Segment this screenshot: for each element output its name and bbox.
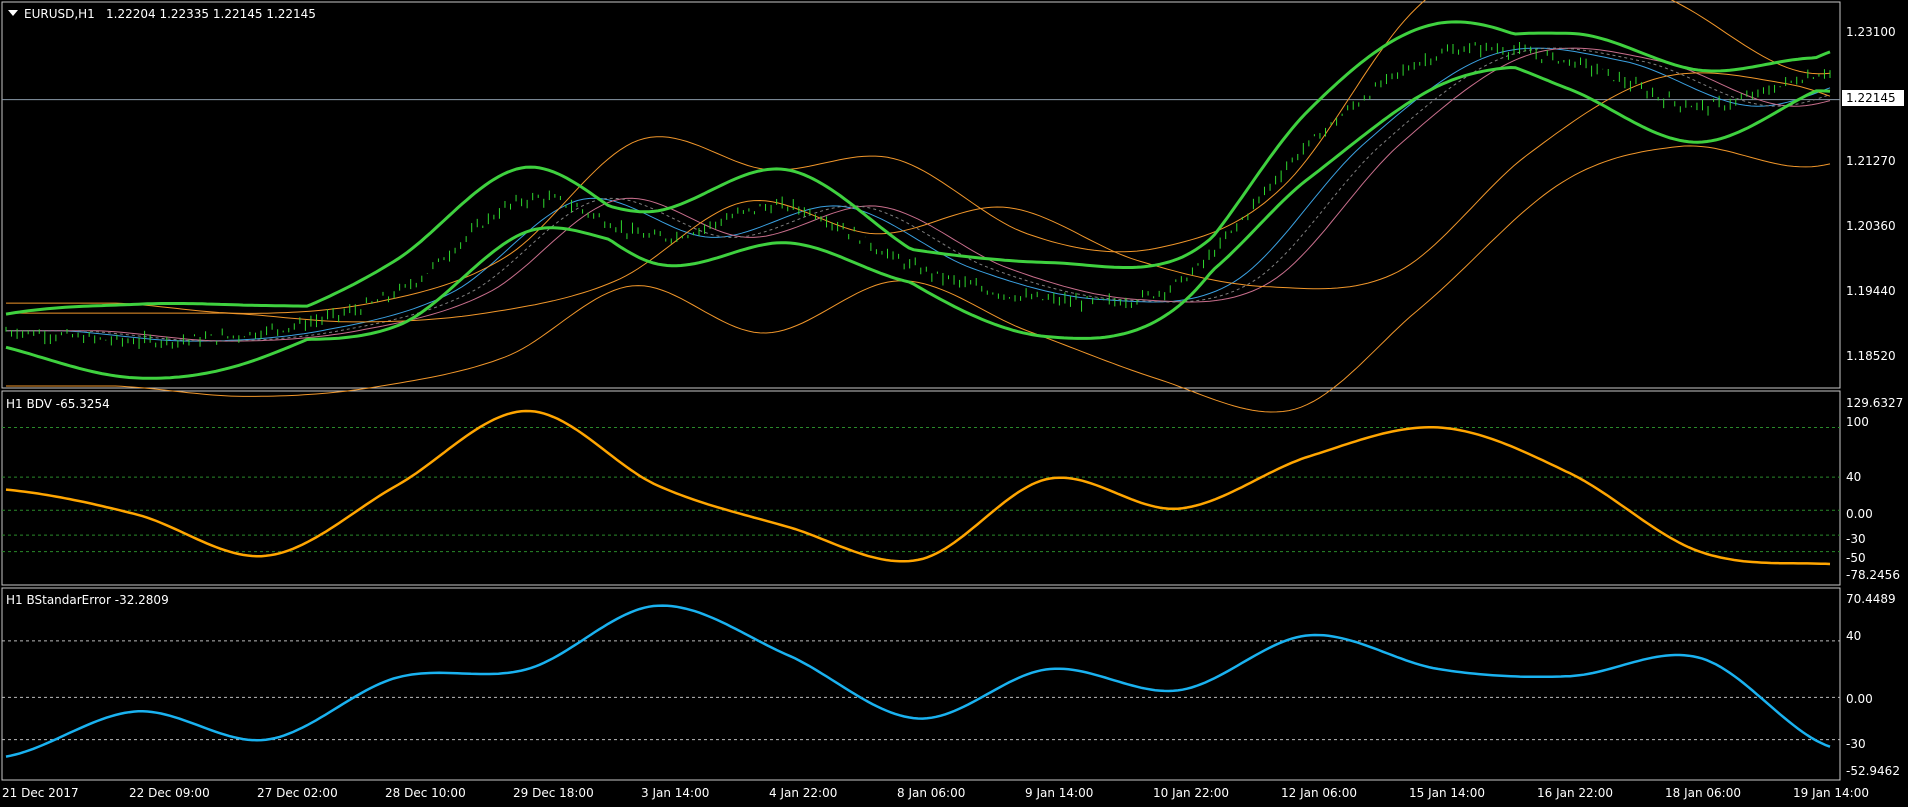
se-tick: 0.00	[1846, 692, 1873, 706]
bdv-tick: -50	[1846, 551, 1866, 565]
ohlc-values: 1.22204 1.22335 1.22145 1.22145	[106, 7, 316, 21]
price-tick: 1.20360	[1846, 219, 1896, 233]
green-lower-band	[5, 65, 1831, 380]
time-tick: 10 Jan 22:00	[1153, 786, 1229, 800]
bdv-line	[5, 409, 1831, 566]
time-tick: 29 Dec 18:00	[513, 786, 594, 800]
time-tick: 18 Jan 06:00	[1665, 786, 1741, 800]
se-plot	[2, 604, 1840, 758]
ma-orange-slow	[6, 72, 1831, 323]
se-panel-frame	[1, 587, 1841, 781]
time-tick: 16 Jan 22:00	[1537, 786, 1613, 800]
se-tick: -30	[1846, 737, 1866, 751]
time-tick: 21 Dec 2017	[2, 786, 79, 800]
time-tick: 9 Jan 14:00	[1025, 786, 1093, 800]
time-tick: 27 Dec 02:00	[257, 786, 338, 800]
se-label: H1 BStandarError -32.2809	[6, 593, 169, 607]
bdv-plot	[2, 409, 1840, 566]
time-tick: 8 Jan 06:00	[897, 786, 965, 800]
current-price-label: 1.22145	[1846, 91, 1896, 105]
price-tick: 1.18520	[1846, 349, 1896, 363]
price-axis: 1.23100 1.21270 1.20360 1.19440 1.18520 …	[1842, 25, 1904, 363]
bdv-tick: 0.00	[1846, 507, 1873, 521]
bdv-axis: 129.6327 100 40 0.00 -30 -50 -78.2456	[1846, 396, 1903, 582]
se-tick: 40	[1846, 629, 1861, 643]
bdv-tick: -78.2456	[1846, 568, 1900, 582]
price-tick: 1.23100	[1846, 25, 1896, 39]
time-tick: 19 Jan 14:00	[1793, 786, 1869, 800]
time-tick: 22 Dec 09:00	[129, 786, 210, 800]
ma-blue-line	[6, 47, 1831, 342]
bdv-tick: 40	[1846, 470, 1861, 484]
ma-pink-line	[6, 47, 1831, 342]
se-tick: 70.4489	[1846, 592, 1896, 606]
ma-dashed-line	[6, 47, 1831, 342]
bdv-tick: 100	[1846, 415, 1869, 429]
bdv-label: H1 BDV -65.3254	[6, 397, 110, 411]
orange-lower-band	[6, 145, 1831, 413]
bdv-tick: -30	[1846, 532, 1866, 546]
se-tick: -52.9462	[1846, 764, 1900, 778]
price-tick: 1.19440	[1846, 284, 1896, 298]
bdv-tick: 129.6327	[1846, 396, 1903, 410]
chart-canvas: EURUSD,H1 1.22204 1.22335 1.22145 1.2214…	[1, 0, 1904, 800]
time-tick: 3 Jan 14:00	[641, 786, 709, 800]
price-tick: 1.21270	[1846, 154, 1896, 168]
bdv-panel-frame	[1, 390, 1841, 586]
symbol-info: EURUSD,H1	[24, 7, 95, 21]
time-axis: 21 Dec 2017 22 Dec 09:00 27 Dec 02:00 28…	[2, 786, 1869, 800]
orange-upper-band	[6, 0, 1831, 314]
time-tick: 15 Jan 14:00	[1409, 786, 1485, 800]
se-axis: 70.4489 40 0.00 -30 -52.9462	[1846, 592, 1900, 778]
time-tick: 4 Jan 22:00	[769, 786, 837, 800]
time-tick: 28 Dec 10:00	[385, 786, 466, 800]
se-line	[5, 604, 1831, 758]
price-plot	[2, 0, 1840, 413]
collapse-triangle-icon[interactable]	[8, 10, 18, 16]
time-tick: 12 Jan 06:00	[1281, 786, 1357, 800]
